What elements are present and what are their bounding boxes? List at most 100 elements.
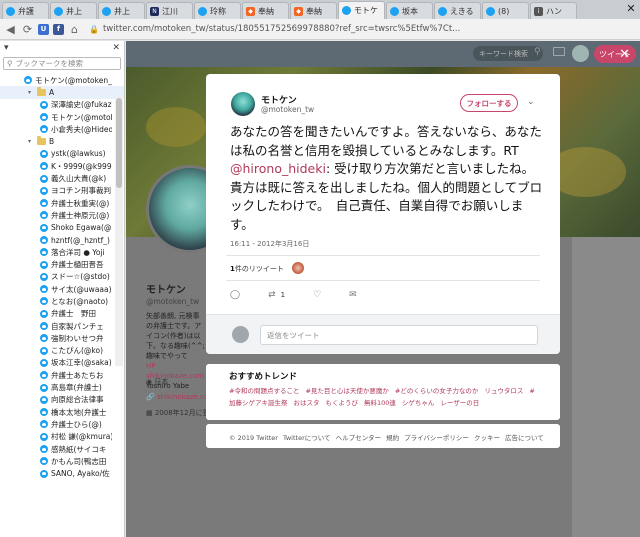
follow-button[interactable]: フォローする bbox=[460, 94, 518, 112]
tweet-author-avatar[interactable] bbox=[231, 92, 255, 116]
bookmark-u-icon[interactable]: U bbox=[38, 23, 49, 35]
sidebar-scroll-thumb[interactable] bbox=[116, 98, 122, 188]
bookmark-item[interactable]: 義久山大貴(@k) bbox=[0, 172, 124, 184]
bookmark-item[interactable]: モトケン(@motoken_tw) bbox=[0, 111, 124, 123]
search-icon[interactable]: ⚲ bbox=[534, 47, 541, 57]
footer-link[interactable]: 広告について bbox=[505, 434, 544, 442]
chevron-down-icon[interactable]: ▾ bbox=[28, 89, 34, 96]
message-icon[interactable]: ✉ bbox=[349, 290, 357, 300]
bookmark-item[interactable]: 坂本江幸(@saka) bbox=[0, 357, 124, 369]
reply-icon[interactable]: ◯ bbox=[230, 290, 240, 300]
close-icon[interactable]: ✕ bbox=[619, 47, 630, 62]
bookmark-item[interactable]: Shoko Egawa(@) bbox=[0, 222, 124, 234]
tab-9[interactable]: えきる bbox=[434, 2, 481, 19]
footer-link[interactable]: クッキー bbox=[474, 434, 500, 442]
profile-location: ◉ 日本 bbox=[146, 378, 169, 386]
tab-6[interactable]: ◆ 奉納 bbox=[290, 2, 337, 19]
messages-icon[interactable] bbox=[553, 47, 565, 56]
tab-3[interactable]: N 江川 bbox=[146, 2, 193, 19]
tab-10[interactable]: (8) bbox=[482, 2, 529, 19]
bookmark-item[interactable]: 弁護士秋重実(@) bbox=[0, 197, 124, 209]
tab-7[interactable]: モトケ bbox=[338, 1, 385, 19]
tab-5[interactable]: ◆ 奉納 bbox=[242, 2, 289, 19]
bookmark-item[interactable]: ヨコチン刑事裁判 bbox=[0, 185, 124, 197]
bookmark-item[interactable]: 弁護士樋田晋吾 bbox=[0, 258, 124, 270]
bookmark-item[interactable]: 弁護士 野田 bbox=[0, 308, 124, 320]
twitter-icon bbox=[40, 248, 48, 257]
footer-link[interactable]: Twitterについて bbox=[283, 434, 331, 442]
trend-link[interactable]: レーザーの日 bbox=[440, 399, 479, 407]
sidebar-close-icon[interactable]: ✕ bbox=[112, 43, 120, 53]
folder-icon bbox=[37, 136, 46, 146]
bookmark-item[interactable]: 弁護士あたちお bbox=[0, 369, 124, 381]
bookmark-item[interactable]: 弁護士神原元(@) bbox=[0, 209, 124, 221]
tab-11[interactable]: i ハン bbox=[530, 2, 577, 19]
address-bar[interactable]: 🔒 twitter.com/motoken_tw/status/18055175… bbox=[89, 22, 636, 37]
bookmark-item[interactable]: こたぴん(@ko) bbox=[0, 345, 124, 357]
bookmark-item[interactable]: 感熱紙(サイコキ bbox=[0, 443, 124, 455]
twitter-search-input[interactable]: キーワード検索 bbox=[473, 46, 543, 61]
tab-2[interactable]: 井上 bbox=[98, 2, 145, 19]
bookmark-item[interactable]: 橋本太地(弁護士 bbox=[0, 406, 124, 418]
bookmark-search-input[interactable]: ⚲ ブックマークを検索 bbox=[3, 57, 121, 70]
bookmark-item[interactable]: 小倉秀夫(@Hideo_Ogura) bbox=[0, 123, 124, 135]
back-icon[interactable]: ◀ bbox=[4, 23, 17, 36]
retweet-action[interactable]: ⇄ 1 bbox=[268, 290, 285, 300]
sidebar-menu-icon[interactable]: ▾ bbox=[4, 43, 9, 53]
tab-0[interactable]: 弁護 bbox=[2, 2, 49, 19]
bookmark-item[interactable]: 向原総合法律事 bbox=[0, 394, 124, 406]
window-close-icon[interactable]: ✕ bbox=[625, 3, 637, 15]
tweet-author-handle[interactable]: @motoken_tw bbox=[261, 105, 314, 114]
bookmark-item[interactable]: 村松 謙(@kmura) bbox=[0, 431, 124, 443]
bookmark-label: モトケン(@motoken_tw) bbox=[35, 75, 112, 85]
tab-8[interactable]: 坂本 bbox=[386, 2, 433, 19]
footer-link[interactable]: ヘルプセンター bbox=[336, 434, 382, 442]
tab-1[interactable]: 井上 bbox=[50, 2, 97, 19]
bookmark-item[interactable]: モトケン(@motoken_tw) bbox=[0, 74, 124, 86]
trend-link[interactable]: #見た目と心は天使か悪魔か bbox=[305, 387, 388, 395]
retweet-stats[interactable]: 1件のリツイート bbox=[230, 264, 284, 274]
bookmark-folder[interactable]: ▾ A bbox=[0, 86, 124, 99]
bookmark-item[interactable]: 深澤諭史(@fukazawas) bbox=[0, 99, 124, 111]
trend-link[interactable]: #令和の問題点すること bbox=[229, 387, 299, 395]
chevron-down-icon[interactable]: ⌄ bbox=[527, 97, 535, 107]
reply-area: 返信をツイート bbox=[206, 314, 560, 354]
sidebar-scrollbar[interactable] bbox=[115, 96, 123, 366]
bookmark-item[interactable]: 落合洋司 ● Yoji bbox=[0, 246, 124, 258]
trend-link[interactable]: おはスタ bbox=[294, 399, 320, 407]
bookmark-item[interactable]: 高島章(弁護士) bbox=[0, 381, 124, 393]
like-icon[interactable]: ♡ bbox=[313, 290, 321, 300]
footer-link[interactable]: 規約 bbox=[386, 434, 399, 442]
bookmark-item[interactable]: サイ太(@uwaaa) bbox=[0, 283, 124, 295]
bookmark-item[interactable]: スドー☆(@stdo) bbox=[0, 271, 124, 283]
bookmark-item[interactable]: 強制わいせつ弁 bbox=[0, 332, 124, 344]
trend-link[interactable]: シゲちゃん bbox=[402, 399, 435, 407]
trend-link[interactable]: リュウタロス bbox=[484, 387, 523, 395]
avatar[interactable] bbox=[572, 45, 589, 62]
bookmark-item[interactable]: ystk(@lawkus) bbox=[0, 148, 124, 160]
footer-link[interactable]: プライバシーポリシー bbox=[404, 434, 469, 442]
home-icon[interactable]: ⌂ bbox=[68, 23, 81, 36]
reload-icon[interactable]: ⟳ bbox=[21, 23, 34, 36]
chevron-down-icon[interactable]: ▾ bbox=[28, 138, 34, 145]
trend-link[interactable]: #どのくらいの女子力なのか bbox=[395, 387, 478, 395]
bookmark-item[interactable]: 弁護士ひら(@) bbox=[0, 418, 124, 430]
retweeter-avatar[interactable] bbox=[292, 262, 304, 274]
trend-link[interactable]: もくようび bbox=[326, 399, 359, 407]
tweet-mention-link[interactable]: @hirono_hideki bbox=[230, 161, 326, 176]
bookmark-item[interactable]: SANO, Ayako/佐 bbox=[0, 468, 124, 480]
tab-4[interactable]: 玲称 bbox=[194, 2, 241, 19]
bookmark-item[interactable]: となお(@naoto) bbox=[0, 295, 124, 307]
bookmark-folder[interactable]: ▾ B bbox=[0, 135, 124, 147]
twitter-icon bbox=[40, 272, 48, 281]
bookmark-item[interactable]: かもん司(鴨志田 bbox=[0, 455, 124, 467]
tweet-timestamp[interactable]: 16:11 - 2012年3月16日 bbox=[230, 239, 309, 249]
trend-link[interactable]: 無料100連 bbox=[364, 399, 396, 407]
profile-url[interactable]: 🔗 shikinokaze.com bbox=[146, 393, 215, 401]
bookmark-item[interactable]: hzntf(@_hzntf_) bbox=[0, 234, 124, 246]
bookmark-item[interactable]: K・9999(@k9999) bbox=[0, 160, 124, 172]
bookmark-item[interactable]: 自家製パンチェ bbox=[0, 320, 124, 332]
twitter-nav: キーワード検索 ⚲ ツイート bbox=[126, 41, 640, 67]
facebook-icon[interactable]: f bbox=[53, 23, 64, 35]
reply-input[interactable]: 返信をツイート bbox=[260, 325, 538, 345]
